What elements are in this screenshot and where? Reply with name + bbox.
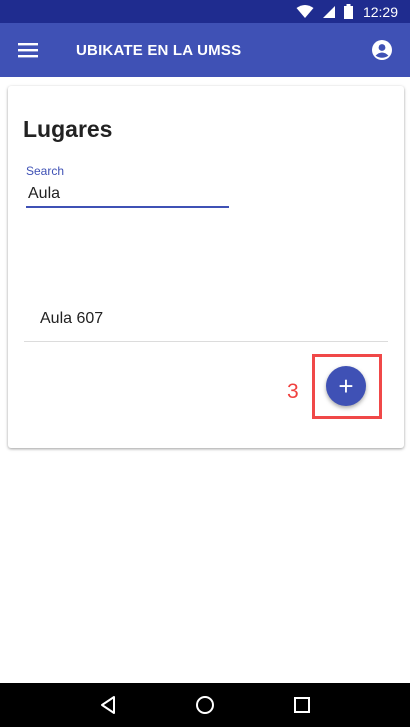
wifi-icon: [296, 4, 314, 19]
list-item[interactable]: Aula 607: [24, 296, 388, 342]
navigation-bar: [0, 683, 410, 727]
places-card: Lugares Search Aula 607 3 +: [8, 86, 404, 448]
home-icon[interactable]: [185, 685, 225, 725]
list-item-label: Aula 607: [40, 309, 104, 327]
status-icons: [296, 4, 353, 19]
recents-icon[interactable]: [282, 685, 322, 725]
plus-icon: +: [338, 371, 354, 401]
app-bar: UBIKATE EN LA UMSS: [0, 23, 410, 77]
app-title: UBIKATE EN LA UMSS: [76, 41, 242, 59]
add-button[interactable]: +: [326, 366, 366, 406]
back-icon[interactable]: [88, 685, 128, 725]
search-label: Search: [26, 164, 65, 178]
account-circle-icon[interactable]: [354, 23, 410, 77]
status-bar: 12:29: [0, 0, 410, 23]
search-input[interactable]: [26, 182, 229, 208]
hamburger-menu-icon[interactable]: [0, 23, 56, 77]
annotation-number: 3: [287, 380, 299, 403]
page-title: Lugares: [23, 116, 113, 142]
battery-icon: [343, 4, 353, 19]
status-time: 12:29: [362, 3, 398, 20]
signal-icon: [322, 5, 336, 19]
